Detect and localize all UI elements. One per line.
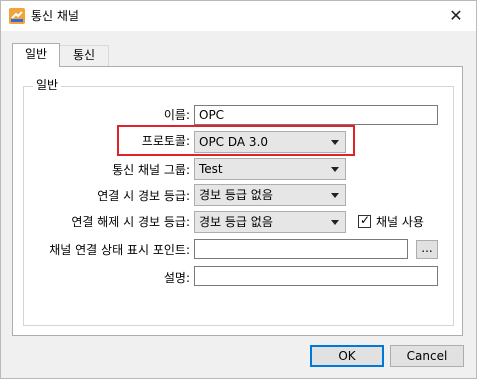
name-field[interactable]: OPC bbox=[194, 105, 438, 125]
window-title: 통신 채널 bbox=[31, 9, 79, 23]
connect-alarm-select[interactable]: 경보 등급 없음 bbox=[194, 184, 346, 206]
status-point-field[interactable] bbox=[194, 239, 408, 259]
chevron-down-icon bbox=[331, 167, 339, 172]
tab-communication[interactable]: 통신 bbox=[59, 45, 109, 66]
description-field[interactable] bbox=[194, 266, 438, 286]
chevron-down-icon bbox=[331, 220, 339, 225]
protocol-label: 프로토콜: bbox=[141, 134, 190, 148]
protocol-value: OPC DA 3.0 bbox=[199, 135, 269, 149]
browse-button[interactable]: ... bbox=[416, 240, 438, 259]
check-icon: ✓ bbox=[360, 213, 371, 227]
ok-button[interactable]: OK bbox=[310, 345, 384, 367]
name-label: 이름: bbox=[163, 108, 190, 122]
connect-alarm-value: 경보 등급 없음 bbox=[199, 188, 273, 202]
disconnect-alarm-value: 경보 등급 없음 bbox=[199, 215, 273, 229]
channel-app-icon bbox=[9, 8, 25, 24]
use-channel-checkbox[interactable]: ✓ bbox=[358, 213, 371, 228]
connect-alarm-label: 연결 시 경보 등급: bbox=[97, 189, 190, 203]
use-channel-label: 채널 사용 bbox=[376, 215, 424, 229]
tab-general[interactable]: 일반 bbox=[12, 43, 60, 67]
chevron-down-icon bbox=[331, 140, 339, 145]
status-point-label: 채널 연결 상태 표시 포인트: bbox=[49, 243, 190, 257]
close-icon[interactable]: ✕ bbox=[446, 6, 466, 26]
cancel-button[interactable]: Cancel bbox=[390, 345, 464, 367]
disconnect-alarm-label: 연결 해제 시 경보 등급: bbox=[71, 215, 190, 229]
disconnect-alarm-select[interactable]: 경보 등급 없음 bbox=[194, 211, 346, 233]
channel-group-value: Test bbox=[199, 162, 223, 176]
channel-group-select[interactable]: Test bbox=[194, 158, 346, 180]
group-title: 일반 bbox=[33, 77, 62, 93]
channel-group-label: 통신 채널 그룹: bbox=[112, 163, 190, 177]
chevron-down-icon bbox=[331, 193, 339, 198]
description-label: 설명: bbox=[163, 271, 190, 285]
protocol-select[interactable]: OPC DA 3.0 bbox=[194, 131, 346, 153]
